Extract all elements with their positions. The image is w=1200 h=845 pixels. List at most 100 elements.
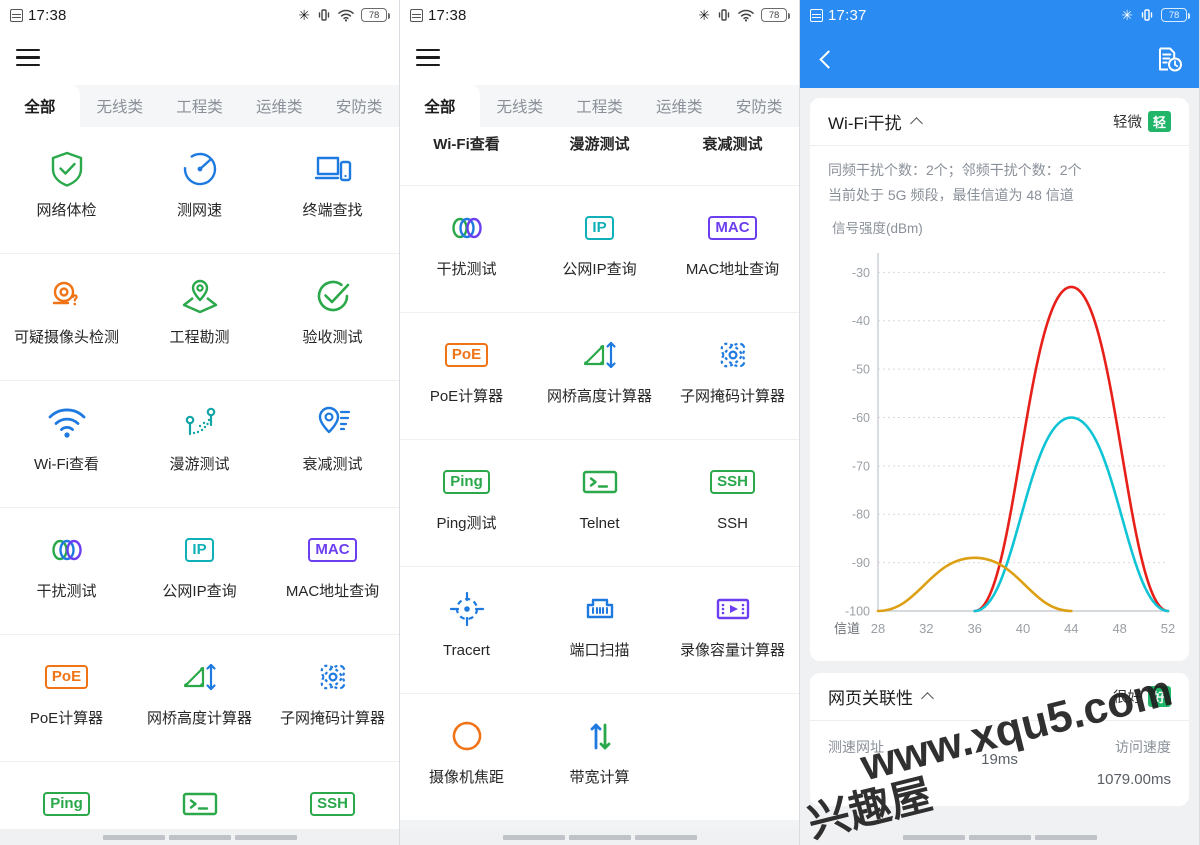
tool-item-3-1[interactable]: 端口扫描 xyxy=(533,567,666,693)
menu-hamburger-icon[interactable] xyxy=(16,49,40,66)
tool-item-2-1[interactable]: 漫游测试 xyxy=(133,381,266,507)
tool-item-4-0[interactable]: PoE PoE计算器 xyxy=(0,635,133,761)
tool-grid-row: 可疑摄像头检测 工程勘测 验收测试 xyxy=(0,254,399,381)
terminal-icon xyxy=(180,784,220,824)
tab-all[interactable]: 全部 xyxy=(400,85,480,127)
nav-recents-icon[interactable] xyxy=(635,834,697,840)
table-column-latency: 19ms xyxy=(942,737,1056,788)
tab-security[interactable]: 安防类 xyxy=(319,85,399,127)
web-card-header[interactable]: 网页关联性 很好 好 xyxy=(810,673,1189,721)
tool-item-1-1[interactable]: 工程勘测 xyxy=(133,254,266,380)
tool-label: MAC地址查询 xyxy=(685,261,780,278)
status-bar: 17:38 ✳ 78 xyxy=(0,0,399,30)
tool-label: 验收测试 xyxy=(302,329,363,346)
tool-item-3-1[interactable]: IP 公网IP查询 xyxy=(133,508,266,634)
tool-item-3-0[interactable]: 干扰测试 xyxy=(0,508,133,634)
tool-item-1-1[interactable]: 网桥高度计算器 xyxy=(533,313,666,439)
tool-item-1-0[interactable]: PoE PoE计算器 xyxy=(400,313,533,439)
tool-grid: 网络体检 测网速 终端查找 可疑摄像头检测 工程勘测 验收测试 Wi-Fi查看 漫游测试 衰减测… xyxy=(0,127,399,845)
tab-ops[interactable]: 运维类 xyxy=(239,85,319,127)
card-title: 网页关联性 xyxy=(828,689,913,708)
phone-panel-3: 17:37 ✳ 78 Wi-Fi干扰 轻微 轻 同频干扰个数：2个；邻频干扰个数… xyxy=(800,0,1200,845)
tool-item-0-0[interactable]: 干扰测试 xyxy=(400,186,533,312)
tab-engineering[interactable]: 工程类 xyxy=(560,85,640,127)
tool-item-0-2[interactable]: MAC MAC地址查询 xyxy=(666,186,799,312)
tool-label: 子网掩码计算器 xyxy=(679,388,785,405)
phone-panel-1: 17:38 ✳ 78 全部 无线类 工程类 运维类 安防类 网络体检 测网速 终端查… xyxy=(0,0,400,845)
tool-item-0-1[interactable]: 测网速 xyxy=(133,127,266,253)
sim-icon xyxy=(410,8,423,22)
nav-back-icon[interactable] xyxy=(903,834,965,840)
tool-label: 可疑摄像头检测 xyxy=(13,329,119,346)
tool-label: 录像容量计算器 xyxy=(679,642,785,659)
nav-home-icon[interactable] xyxy=(169,834,231,840)
svg-text:-80: -80 xyxy=(852,508,870,522)
tool-item-1-2[interactable]: 验收测试 xyxy=(266,254,399,380)
caret-up-icon[interactable] xyxy=(909,117,923,130)
tool-item-2-2[interactable]: 衰减测试 xyxy=(266,381,399,507)
status-badge: 轻 xyxy=(1147,111,1171,132)
category-tabs: 全部 无线类 工程类 运维类 安防类 xyxy=(0,85,399,127)
column-header: 访问速度 xyxy=(1114,739,1171,755)
tool-item-3-2[interactable]: MAC MAC地址查询 xyxy=(266,508,399,634)
nav-home-icon[interactable] xyxy=(569,834,631,840)
tool-item-roaming-test[interactable]: 漫游测试 xyxy=(533,127,666,185)
ping-badge-icon: Ping xyxy=(443,462,490,502)
tab-security[interactable]: 安防类 xyxy=(719,85,799,127)
tool-item-4-1[interactable]: 带宽计算 xyxy=(533,694,666,820)
status-time: 17:38 xyxy=(28,6,67,24)
tool-label: 终端查找 xyxy=(302,202,363,219)
report-body[interactable]: Wi-Fi干扰 轻微 轻 同频干扰个数：2个；邻频干扰个数：2个 当前处于 5G… xyxy=(800,88,1199,845)
tool-grid-scroll[interactable]: Wi-Fi查看 漫游测试 衰减测试 干扰测试 IP 公网IP查询 MAC MAC地址查询… xyxy=(400,127,799,845)
tab-ops[interactable]: 运维类 xyxy=(639,85,719,127)
tool-label: PoE计算器 xyxy=(429,388,504,405)
tool-item-4-1[interactable]: 网桥高度计算器 xyxy=(133,635,266,761)
tool-grid-row: PoE PoE计算器 网桥高度计算器 子网掩码计算器 xyxy=(0,635,399,762)
tool-item-1-2[interactable]: 子网掩码计算器 xyxy=(666,313,799,439)
tool-item-2-1[interactable]: Telnet xyxy=(533,440,666,566)
camera-question-icon xyxy=(47,276,87,316)
status-bar: 17:38 ✳ 78 xyxy=(400,0,799,30)
tool-item-4-0[interactable]: 摄像机焦距 xyxy=(400,694,533,820)
tool-item-0-1[interactable]: IP 公网IP查询 xyxy=(533,186,666,312)
svg-text:-100: -100 xyxy=(845,605,870,619)
tool-item-2-2[interactable]: SSH SSH xyxy=(666,440,799,566)
caret-up-icon[interactable] xyxy=(921,692,934,705)
svg-text:44: 44 xyxy=(1064,621,1078,636)
svg-text:-40: -40 xyxy=(852,314,870,328)
ssh-badge-icon: SSH xyxy=(310,784,355,824)
tool-item-3-2[interactable]: 录像容量计算器 xyxy=(666,567,799,693)
tool-item-1-0[interactable]: 可疑摄像头检测 xyxy=(0,254,133,380)
tab-wireless[interactable]: 无线类 xyxy=(80,85,160,127)
back-chevron-icon[interactable] xyxy=(819,49,838,69)
tool-item-4-2[interactable]: 子网掩码计算器 xyxy=(266,635,399,761)
tool-item-2-0[interactable]: Ping Ping测试 xyxy=(400,440,533,566)
tab-wireless[interactable]: 无线类 xyxy=(480,85,560,127)
battery-icon: 78 xyxy=(761,8,790,22)
tool-item-0-2[interactable]: 终端查找 xyxy=(266,127,399,253)
tool-label: MAC地址查询 xyxy=(285,583,380,600)
report-history-icon[interactable] xyxy=(1155,45,1183,73)
tool-label: Wi-Fi查看 xyxy=(433,136,500,153)
app-header xyxy=(400,30,799,85)
tool-item-2-0[interactable]: Wi-Fi查看 xyxy=(0,381,133,507)
nav-recents-icon[interactable] xyxy=(235,834,297,840)
tool-item-3-0[interactable]: Tracert xyxy=(400,567,533,693)
status-time: 17:38 xyxy=(428,6,467,24)
tool-item-wifi-view[interactable]: Wi-Fi查看 xyxy=(400,127,533,185)
nav-recents-icon[interactable] xyxy=(1035,834,1097,840)
interference-count-line: 同频干扰个数：2个；邻频干扰个数：2个 xyxy=(828,162,1082,178)
menu-hamburger-icon[interactable] xyxy=(416,49,440,66)
tool-label: Telnet xyxy=(579,515,620,532)
tab-engineering[interactable]: 工程类 xyxy=(160,85,240,127)
nav-back-icon[interactable] xyxy=(103,834,165,840)
tab-all[interactable]: 全部 xyxy=(0,85,80,127)
tool-item-0-0[interactable]: 网络体检 xyxy=(0,127,133,253)
tool-item-attenuation-test[interactable]: 衰减测试 xyxy=(666,127,799,185)
nav-home-icon[interactable] xyxy=(969,834,1031,840)
chart-y-axis-label: 信号强度(dBm) xyxy=(832,221,923,236)
wifi-card-header[interactable]: Wi-Fi干扰 轻微 轻 xyxy=(810,98,1189,146)
tool-grid-scroll[interactable]: 网络体检 测网速 终端查找 可疑摄像头检测 工程勘测 验收测试 Wi-Fi查看 漫游测试 衰减测… xyxy=(0,127,399,845)
vibrate-icon xyxy=(1141,9,1153,21)
nav-back-icon[interactable] xyxy=(503,834,565,840)
